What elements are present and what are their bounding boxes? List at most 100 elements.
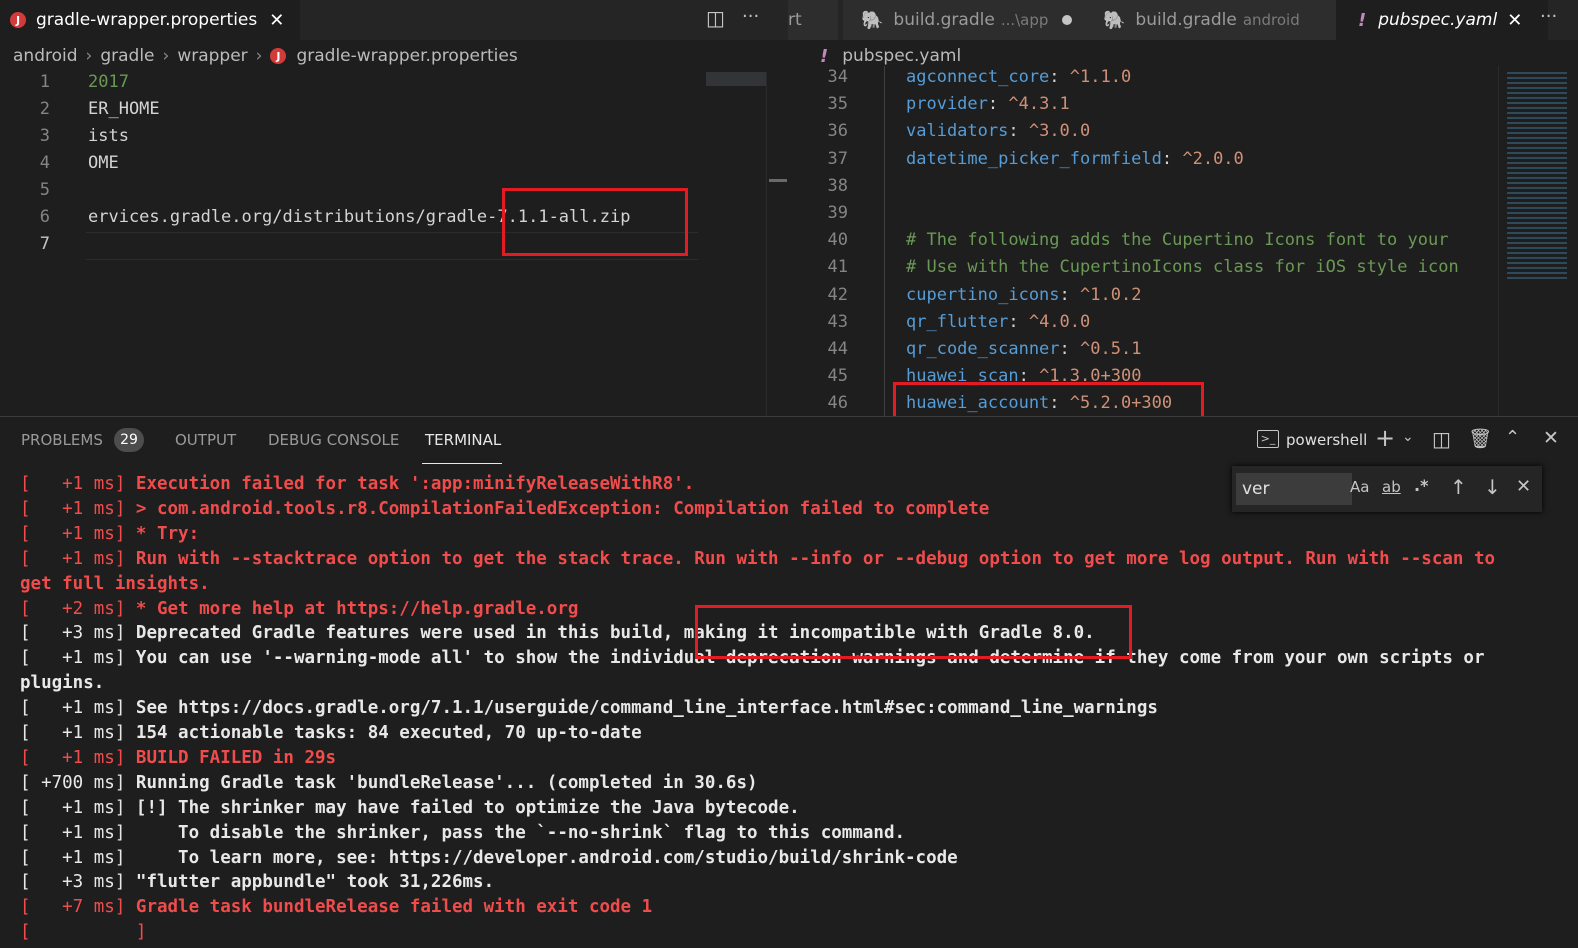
yaml-value: ^4.3.1 xyxy=(1008,94,1070,115)
code-line: ER_HOME xyxy=(88,99,160,119)
code-line: agconnect_core: ^1.1.0 xyxy=(906,67,1131,87)
active-tab-underline xyxy=(422,463,502,464)
yaml-colon: : xyxy=(1049,67,1070,87)
breadcrumb-gradle[interactable]: gradle xyxy=(100,46,154,66)
timestamp-prefix: [ +1 ms] xyxy=(20,698,136,719)
yaml-colon: : xyxy=(1161,148,1183,169)
line-number: 3 xyxy=(39,126,50,146)
yaml-key: provider xyxy=(906,94,988,115)
line-number: 40 xyxy=(827,230,848,251)
terminal-line: [ +1 ms] > com.android.tools.r8.Compilat… xyxy=(20,499,989,519)
new-terminal-icon[interactable]: + xyxy=(1375,424,1395,452)
close-find-icon[interactable]: ✕ xyxy=(1516,476,1531,497)
previous-match-icon[interactable]: ↑ xyxy=(1450,475,1467,499)
yaml-exclamation-icon: ! xyxy=(1358,9,1367,31)
line-number: 44 xyxy=(827,339,848,359)
unsaved-dot-icon[interactable] xyxy=(1062,15,1073,25)
terminal-text: Run with --stacktrace option to get the … xyxy=(135,548,1496,569)
yaml-exclamation-icon: ! xyxy=(820,45,829,67)
right-code-editor[interactable]: 34 agconnect_core: ^1.1.0 35 provider: ^4.3… xyxy=(788,66,1498,416)
close-icon[interactable]: ✕ xyxy=(1507,10,1522,31)
code-line: ists xyxy=(88,126,129,146)
tab-label: build.gradle xyxy=(893,10,995,30)
timestamp-prefix: [ +7 ms] xyxy=(20,897,136,918)
code-line: 2017 xyxy=(88,72,129,92)
java-properties-icon: J xyxy=(270,48,287,64)
line-number: 46 xyxy=(827,393,848,414)
yaml-value: ^3.0.0 xyxy=(1028,121,1091,142)
yaml-colon: : xyxy=(1059,339,1081,359)
gradle-elephant-icon: 🐘 xyxy=(1103,9,1126,31)
code-line: datetime_picker_formfield: ^2.0.0 xyxy=(906,149,1244,169)
breadcrumb-android[interactable]: android xyxy=(13,46,78,66)
yaml-key: agconnect_core xyxy=(906,67,1050,87)
tab-terminal[interactable]: TERMINAL xyxy=(425,431,501,449)
close-panel-icon[interactable]: ✕ xyxy=(1543,427,1559,449)
tab-label: build.gradle xyxy=(1135,10,1237,30)
more-actions-icon[interactable]: ··· xyxy=(742,6,759,27)
tab-build-gradle-app[interactable]: 🐘 build.gradle ...\app xyxy=(843,0,1101,40)
shell-name[interactable]: powershell xyxy=(1286,431,1367,449)
find-input[interactable] xyxy=(1236,473,1352,505)
terminal-line: [ +1 ms] BUILD FAILED in 29s xyxy=(20,748,336,768)
chevron-up-icon[interactable]: ⌃ xyxy=(1505,427,1520,448)
match-case-icon[interactable]: Aa xyxy=(1350,478,1369,496)
timestamp-prefix: [ +2 ms] xyxy=(20,598,136,619)
line-number: 39 xyxy=(827,203,848,223)
yaml-colon: : xyxy=(1008,121,1029,142)
chevron-right-icon: › xyxy=(85,46,93,66)
tab-build-gradle-android[interactable]: 🐘 build.gradle android xyxy=(1085,0,1353,40)
trash-icon[interactable]: 🗑 xyxy=(1468,427,1492,450)
tab-debug-console[interactable]: DEBUG CONSOLE xyxy=(268,431,399,449)
terminal-text: "flutter appbundle" took 31,226ms. xyxy=(135,872,495,893)
terminal-text: [!] The shrinker may have failed to opti… xyxy=(135,797,800,818)
terminal-text: BUILD FAILED in 29s xyxy=(135,747,337,768)
scrollbar[interactable] xyxy=(766,72,789,416)
terminal-output[interactable]: [ +1 ms] Execution failed for task ':app… xyxy=(0,466,1578,948)
tab-pubspec-yaml[interactable]: ! pubspec.yaml ✕ xyxy=(1336,0,1548,40)
code-line: # Use with the CupertinoIcons class for … xyxy=(906,257,1459,277)
yaml-value: ^0.5.1 xyxy=(1080,339,1142,359)
terminal-line: [ +1 ms] * Try: xyxy=(20,524,199,544)
terminal-text: Execution failed for task ':app:minifyRe… xyxy=(135,474,695,494)
split-terminal-icon[interactable]: ◫ xyxy=(1432,427,1451,451)
close-icon[interactable]: ✕ xyxy=(269,10,284,31)
tab-gradle-wrapper-properties[interactable]: J gradle-wrapper.properties ✕ xyxy=(0,0,300,40)
line-number: 38 xyxy=(827,175,848,196)
breadcrumb-file[interactable]: pubspec.yaml xyxy=(842,46,961,66)
tab-output[interactable]: OUTPUT xyxy=(175,431,236,449)
terminal-line: [ +1 ms] See https://docs.gradle.org/7.1… xyxy=(20,698,1158,718)
terminal-text: Gradle task bundleRelease failed with ex… xyxy=(135,897,653,918)
line-number: 4 xyxy=(39,153,50,173)
tab-problems[interactable]: PROBLEMS xyxy=(21,431,103,449)
terminal-line: [ +1 ms] [!] The shrinker may have faile… xyxy=(20,798,800,818)
yaml-key: qr_code_scanner xyxy=(906,339,1060,359)
terminal-text: > com.android.tools.r8.CompilationFailed… xyxy=(135,498,990,519)
regex-icon[interactable]: .* xyxy=(1414,476,1428,495)
timestamp-prefix: [ +1 ms] xyxy=(20,548,136,569)
line-number: 45 xyxy=(827,366,848,387)
terminal-line: [ +1 ms] 154 actionable tasks: 84 execut… xyxy=(20,723,642,743)
chevron-right-icon: › xyxy=(255,46,263,66)
yaml-colon: : xyxy=(1059,284,1081,305)
next-match-icon[interactable]: ↓ xyxy=(1484,475,1501,499)
whole-word-icon[interactable]: ab xyxy=(1382,478,1401,496)
breadcrumb-wrapper[interactable]: wrapper xyxy=(177,46,247,66)
breadcrumb-file[interactable]: gradle-wrapper.properties xyxy=(296,46,517,66)
code-line: OME xyxy=(88,153,119,173)
terminal-shell-icon: >_ xyxy=(1257,430,1279,448)
gradle-elephant-icon: 🐘 xyxy=(861,9,884,31)
minimap[interactable] xyxy=(706,72,766,86)
more-actions-icon[interactable]: ··· xyxy=(1540,6,1557,27)
split-editor-icon[interactable]: ◫ xyxy=(706,6,725,30)
tab-truncated[interactable]: rt xyxy=(788,0,838,40)
java-properties-icon: J xyxy=(10,12,26,28)
panel-tab-bar: PROBLEMS 29 OUTPUT DEBUG CONSOLE TERMINA… xyxy=(0,416,1578,467)
minimap[interactable] xyxy=(1498,66,1578,416)
highlight-box-gradle-8-warning xyxy=(695,605,1132,659)
yaml-value: ^2.0.0 xyxy=(1182,148,1244,169)
terminal-text: get full insights. xyxy=(20,573,210,594)
chevron-down-icon[interactable]: ⌄ xyxy=(1402,429,1414,445)
terminal-text: To disable the shrinker, pass the `--no-… xyxy=(135,822,906,843)
tab-label: rt xyxy=(788,10,802,30)
